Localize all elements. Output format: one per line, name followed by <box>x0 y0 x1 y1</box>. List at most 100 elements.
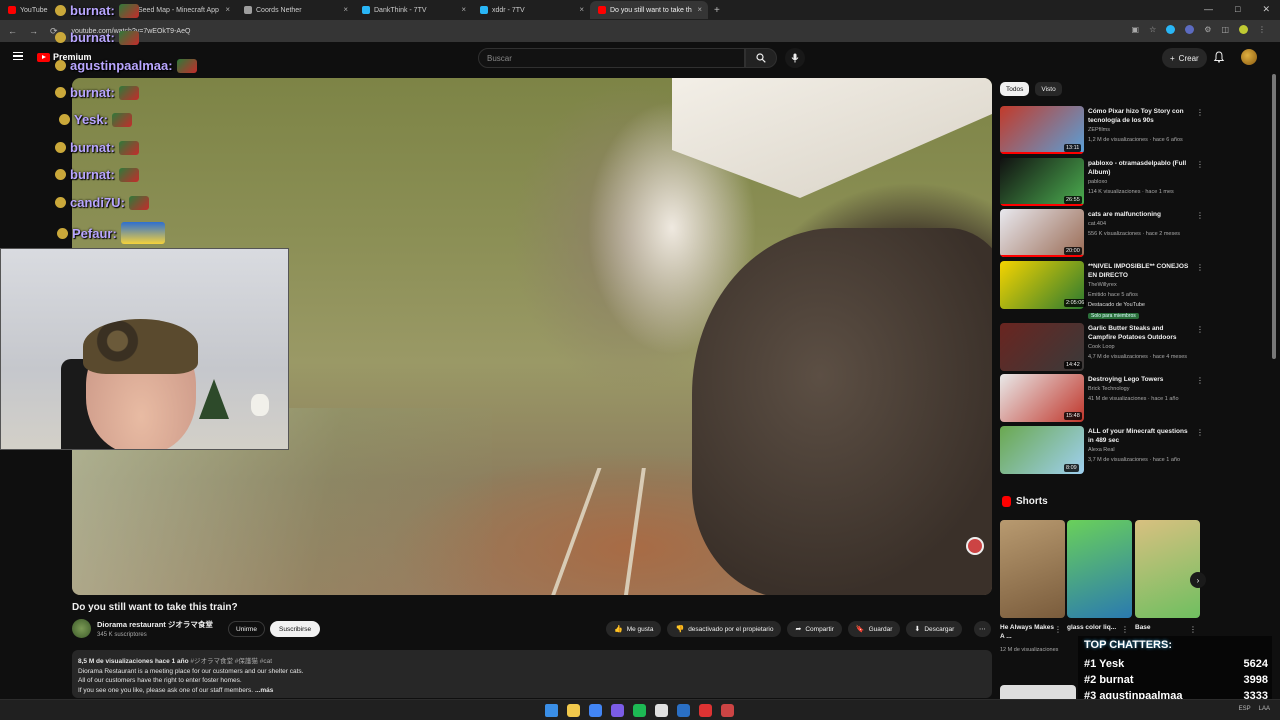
recommendation-channel[interactable]: TheWillyrex <box>1088 281 1117 289</box>
browser-tab[interactable]: xddr - 7TV × <box>472 1 590 19</box>
short-title[interactable]: glass color liq... <box>1067 623 1125 632</box>
menu-icon[interactable] <box>13 52 23 60</box>
channel-avatar[interactable] <box>72 619 91 638</box>
chat-message: burnat: <box>55 30 139 45</box>
maximize-icon[interactable]: □ <box>1235 4 1240 15</box>
recommendation-item[interactable]: 8:09 ALL of your Minecraft questions in 4… <box>1000 426 1204 474</box>
video-description[interactable]: 8,5 M de visualizaciones hace 1 año #ジオラ… <box>72 650 992 698</box>
recommendation-meta: Emitido hace 5 años <box>1088 292 1138 298</box>
voice-search-button[interactable] <box>785 48 805 68</box>
join-button[interactable]: Unirme <box>228 621 265 637</box>
browser-tab[interactable]: DankThink - 7TV × <box>354 1 472 19</box>
recommendation-channel[interactable]: ZEPfilms <box>1088 126 1110 134</box>
search-button[interactable] <box>745 48 777 68</box>
kebab-icon[interactable]: ⋮ <box>1189 625 1197 634</box>
taskbar-app-icon[interactable] <box>589 704 602 717</box>
new-tab-icon[interactable]: + <box>714 5 720 16</box>
kebab-menu-icon[interactable]: ⋮ <box>1258 25 1266 34</box>
notifications-button[interactable] <box>1213 50 1225 68</box>
action-thumbs-up-button[interactable]: 👍 Me gusta <box>606 621 662 637</box>
recommendation-channel[interactable]: Cook Loop <box>1088 343 1115 351</box>
account-avatar[interactable] <box>1241 49 1257 65</box>
kebab-icon[interactable]: ⋮ <box>1196 263 1204 272</box>
action-download-button[interactable]: ⬇ Descargar <box>906 621 963 637</box>
recommendation-title[interactable]: ALL of your Minecraft questions in 489 s… <box>1088 427 1192 445</box>
recommendation-item[interactable]: 26:55 pabloxo - otramasdelpablo (Full Alb… <box>1000 158 1204 206</box>
tab-close-icon[interactable]: × <box>461 5 466 14</box>
subscribe-button[interactable]: Suscribirse <box>270 621 321 637</box>
kebab-icon[interactable]: ⋮ <box>1196 211 1204 220</box>
recommendation-title[interactable]: Garlic Butter Steaks and Campfire Potato… <box>1088 324 1192 342</box>
action-share-button[interactable]: ➦ Compartir <box>787 621 842 637</box>
chip-watched[interactable]: Visto <box>1035 82 1062 96</box>
kebab-icon[interactable]: ⋮ <box>1196 325 1204 334</box>
recommendation-item[interactable]: 20:00 cats are malfunctioning cat.404 556 K… <box>1000 209 1204 257</box>
extension-icon[interactable] <box>1185 25 1195 34</box>
create-button[interactable]: + Crear <box>1162 48 1207 68</box>
tray-language[interactable]: ESP <box>1239 706 1251 712</box>
page-scrollbar[interactable] <box>1272 74 1276 359</box>
kebab-icon[interactable]: ⋮ <box>1196 108 1204 117</box>
recommendation-title[interactable]: pabloxo - otramasdelpablo (Full Album) <box>1088 159 1192 177</box>
action-save-button[interactable]: 🔖 Guardar <box>847 621 901 637</box>
chip-all[interactable]: Todos <box>1000 82 1030 96</box>
tab-close-icon[interactable]: × <box>697 5 702 14</box>
recommendation-item[interactable]: 2:05:06 **NIVEL IMPOSIBLE** CONEJOS EN DI… <box>1000 261 1204 319</box>
browser-tab[interactable]: Do you still want to take th × <box>590 1 708 19</box>
taskbar-app-icon[interactable] <box>633 704 646 717</box>
short-title[interactable]: Base <box>1135 623 1193 632</box>
taskbar-app-icon[interactable] <box>655 704 668 717</box>
create-label: Crear <box>1178 53 1199 63</box>
sidepanel-icon[interactable]: ◫ <box>1221 25 1229 34</box>
short-thumbnail[interactable] <box>1067 520 1132 618</box>
taskbar-app-icon[interactable] <box>699 704 712 717</box>
cast-icon[interactable]: ▣ <box>1132 25 1140 34</box>
kebab-icon[interactable]: ⋮ <box>1196 376 1204 385</box>
show-more-link[interactable]: ...más <box>255 687 273 694</box>
taskbar-app-icon[interactable] <box>721 704 734 717</box>
kebab-icon[interactable]: ⋮ <box>1196 428 1204 437</box>
recommendation-channel[interactable]: pabloxo <box>1088 178 1107 186</box>
action-thumbs-down-button[interactable]: 👎 desactivado por el propietario <box>667 621 782 637</box>
tray-layout[interactable]: LAA <box>1259 706 1270 712</box>
next-recommendation-thumbnail[interactable] <box>1000 685 1076 699</box>
taskbar-app-icon[interactable] <box>611 704 624 717</box>
back-icon[interactable]: ← <box>8 26 17 37</box>
description-tags[interactable]: #ジオラマ食堂 #保護猫 #cat <box>190 658 272 665</box>
minimize-icon[interactable]: — <box>1204 4 1213 15</box>
recommendation-item[interactable]: 13:11 Cómo Pixar hizo Toy Story con tecno… <box>1000 106 1204 154</box>
kebab-icon[interactable]: ⋮ <box>1121 625 1129 634</box>
puzzle-icon[interactable]: ⚙ <box>1204 25 1211 34</box>
recommendation-title[interactable]: cats are malfunctioning <box>1088 210 1192 219</box>
recommendation-channel[interactable]: Alexa Real <box>1088 446 1115 454</box>
profile-icon[interactable] <box>1239 25 1248 34</box>
forward-icon[interactable]: → <box>29 26 38 37</box>
search-input[interactable]: Buscar <box>478 48 745 68</box>
star-icon[interactable]: ☆ <box>1149 25 1156 34</box>
more-actions-button[interactable]: ⋯ <box>974 621 991 637</box>
kebab-icon[interactable]: ⋮ <box>1054 625 1062 634</box>
recommendation-title[interactable]: **NIVEL IMPOSIBLE** CONEJOS EN DIRECTO <box>1088 262 1192 280</box>
recommendation-title[interactable]: Cómo Pixar hizo Toy Story con tecnología… <box>1088 107 1192 125</box>
shorts-next-button[interactable]: › <box>1190 572 1206 588</box>
recommendation-channel[interactable]: Brick Technology <box>1088 385 1129 393</box>
7tv-extension-icon[interactable] <box>1166 25 1176 34</box>
recommendation-channel[interactable]: cat.404 <box>1088 220 1106 228</box>
recommendation-item[interactable]: 14:42 Garlic Butter Steaks and Campfire P… <box>1000 323 1204 371</box>
channel-name[interactable]: Diorama restaurant ジオラマ食堂 <box>97 619 213 630</box>
short-thumbnail[interactable] <box>1000 520 1065 618</box>
close-window-icon[interactable]: ✕ <box>1262 4 1270 15</box>
tab-close-icon[interactable]: × <box>579 5 584 14</box>
taskbar-app-icon[interactable] <box>545 704 558 717</box>
channel-watermark-icon[interactable] <box>966 537 984 555</box>
short-title[interactable]: He Always Makes A ... <box>1000 623 1058 641</box>
kebab-icon[interactable]: ⋮ <box>1196 160 1204 169</box>
browser-tab[interactable]: Coords Nether × <box>236 1 354 19</box>
short-thumbnail[interactable] <box>1135 520 1200 618</box>
tab-close-icon[interactable]: × <box>225 5 230 14</box>
recommendation-title[interactable]: Destroying Lego Towers <box>1088 375 1192 384</box>
recommendation-item[interactable]: 15:48 Destroying Lego Towers Brick Technol… <box>1000 374 1204 422</box>
tab-close-icon[interactable]: × <box>343 5 348 14</box>
taskbar-app-icon[interactable] <box>567 704 580 717</box>
taskbar-app-icon[interactable] <box>677 704 690 717</box>
